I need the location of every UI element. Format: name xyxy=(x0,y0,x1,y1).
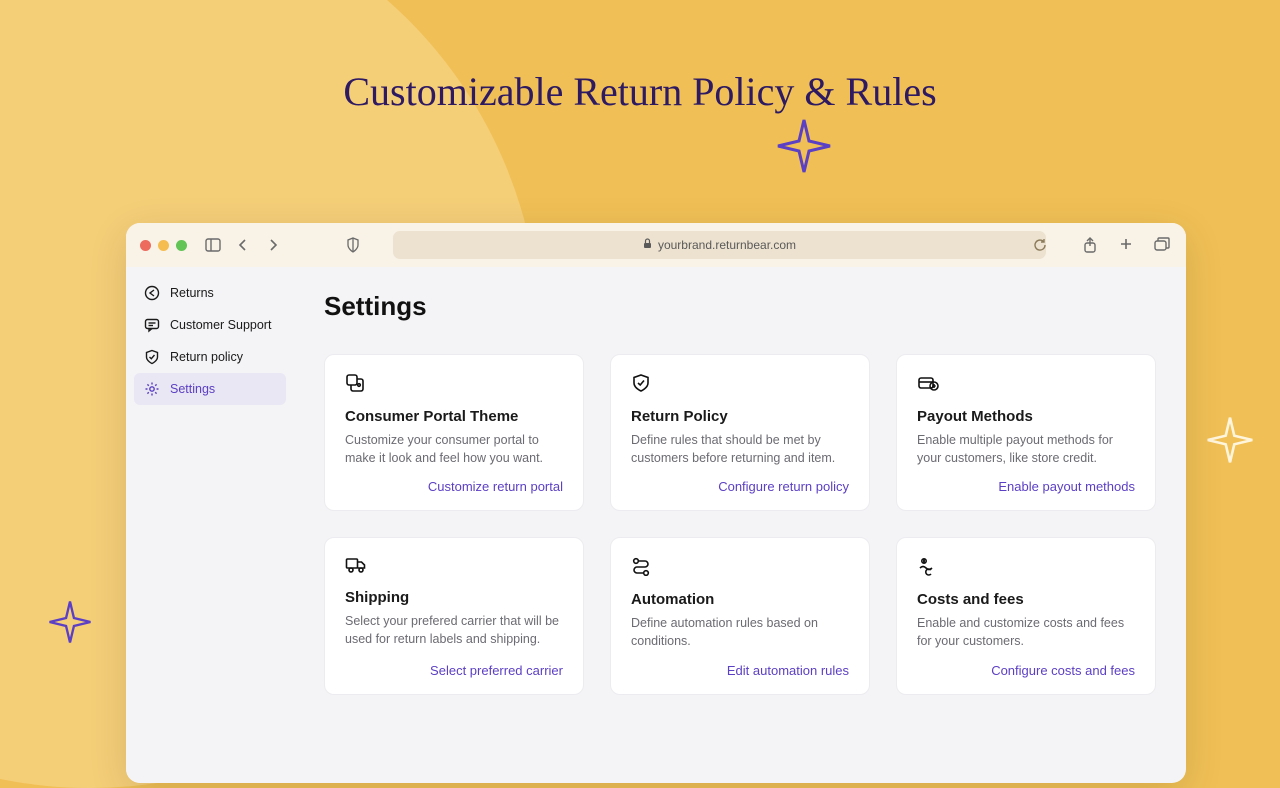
back-icon[interactable] xyxy=(233,238,253,252)
sidebar: Returns Customer Support Return policy S… xyxy=(126,267,294,783)
card-payout-methods: Payout Methods Enable multiple payout me… xyxy=(896,354,1156,511)
card-desc: Enable and customize costs and fees for … xyxy=(917,614,1135,650)
card-action-link[interactable]: Enable payout methods xyxy=(917,479,1135,494)
share-icon[interactable] xyxy=(1080,237,1100,253)
automation-icon xyxy=(631,556,849,581)
payout-icon xyxy=(917,373,1135,398)
card-shipping: Shipping Select your prefered carrier th… xyxy=(324,537,584,694)
page-headline: Customizable Return Policy & Rules xyxy=(0,68,1280,115)
shield-icon[interactable] xyxy=(343,237,363,253)
card-automation: Automation Define automation rules based… xyxy=(610,537,870,694)
refresh-icon[interactable] xyxy=(1030,238,1050,252)
card-title: Payout Methods xyxy=(917,408,1135,425)
sidebar-item-returns[interactable]: Returns xyxy=(134,277,286,309)
window-controls[interactable] xyxy=(140,240,187,251)
settings-cards: Consumer Portal Theme Customize your con… xyxy=(324,354,1156,695)
browser-window: yourbrand.returnbear.com Retu xyxy=(126,223,1186,783)
card-title: Consumer Portal Theme xyxy=(345,408,563,425)
card-consumer-portal-theme: Consumer Portal Theme Customize your con… xyxy=(324,354,584,511)
sparkle-icon xyxy=(48,600,92,644)
card-desc: Enable multiple payout methods for your … xyxy=(917,431,1135,467)
sidebar-item-return-policy[interactable]: Return policy xyxy=(134,341,286,373)
minimize-dot[interactable] xyxy=(158,240,169,251)
address-bar[interactable]: yourbrand.returnbear.com xyxy=(393,231,1046,259)
sparkle-icon xyxy=(1206,416,1254,464)
returns-icon xyxy=(144,285,160,301)
sidebar-toggle-icon[interactable] xyxy=(203,238,223,252)
maximize-dot[interactable] xyxy=(176,240,187,251)
card-action-link[interactable]: Configure costs and fees xyxy=(917,663,1135,678)
card-action-link[interactable]: Configure return policy xyxy=(631,479,849,494)
gear-icon xyxy=(144,381,160,397)
sparkle-icon xyxy=(776,118,832,174)
fees-icon xyxy=(917,556,1135,581)
page-title: Settings xyxy=(324,291,1156,322)
url-text: yourbrand.returnbear.com xyxy=(658,238,796,252)
card-desc: Select your prefered carrier that will b… xyxy=(345,612,563,650)
lock-icon xyxy=(643,238,652,252)
shield-icon xyxy=(631,373,849,398)
card-desc: Define automation rules based on conditi… xyxy=(631,614,849,650)
card-action-link[interactable]: Select preferred carrier xyxy=(345,663,563,678)
main-content: Settings Consumer Portal Theme Customize… xyxy=(294,267,1186,783)
tabs-icon[interactable] xyxy=(1152,237,1172,253)
card-title: Automation xyxy=(631,591,849,608)
card-action-link[interactable]: Customize return portal xyxy=(345,479,563,494)
truck-icon xyxy=(345,556,563,579)
card-title: Return Policy xyxy=(631,408,849,425)
forward-icon[interactable] xyxy=(263,238,283,252)
card-title: Costs and fees xyxy=(917,591,1135,608)
card-desc: Define rules that should be met by custo… xyxy=(631,431,849,467)
sidebar-item-label: Settings xyxy=(170,382,215,396)
card-costs-fees: Costs and fees Enable and customize cost… xyxy=(896,537,1156,694)
sidebar-item-customer-support[interactable]: Customer Support xyxy=(134,309,286,341)
browser-titlebar: yourbrand.returnbear.com xyxy=(126,223,1186,267)
card-action-link[interactable]: Edit automation rules xyxy=(631,663,849,678)
chat-icon xyxy=(144,317,160,333)
card-return-policy: Return Policy Define rules that should b… xyxy=(610,354,870,511)
close-dot[interactable] xyxy=(140,240,151,251)
sidebar-item-label: Return policy xyxy=(170,350,243,364)
palette-icon xyxy=(345,373,563,398)
new-tab-icon[interactable] xyxy=(1116,237,1136,253)
sidebar-item-label: Returns xyxy=(170,286,214,300)
shield-icon xyxy=(144,349,160,365)
card-desc: Customize your consumer portal to make i… xyxy=(345,431,563,467)
card-title: Shipping xyxy=(345,589,563,606)
sidebar-item-label: Customer Support xyxy=(170,318,271,332)
sidebar-item-settings[interactable]: Settings xyxy=(134,373,286,405)
